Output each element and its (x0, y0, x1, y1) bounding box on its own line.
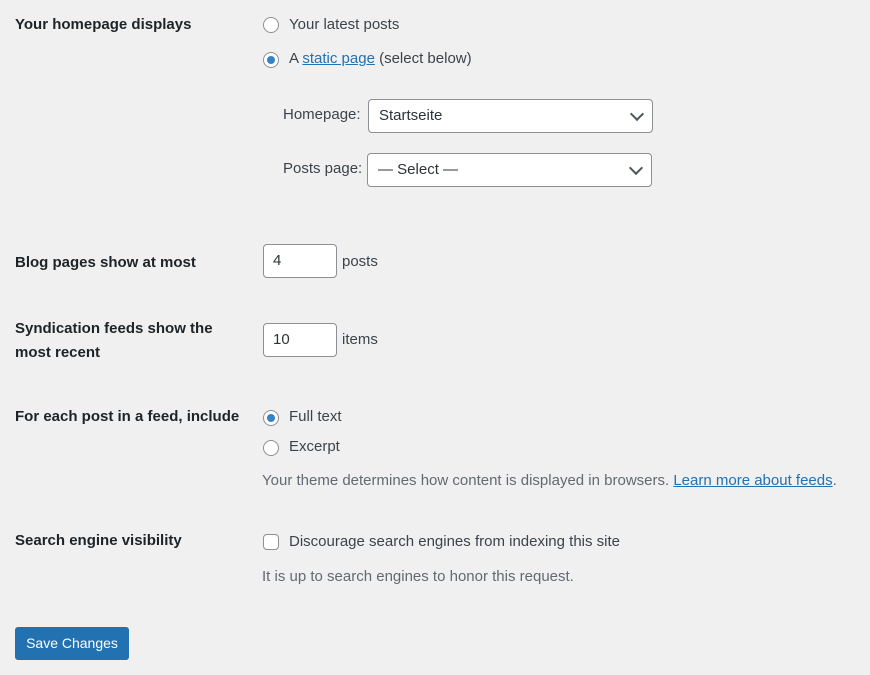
latest-posts-label: Your latest posts (289, 16, 400, 33)
excerpt-label: Excerpt (289, 438, 340, 455)
search-visibility-description: It is up to search engines to honor this… (262, 568, 574, 585)
static-page-prefix: A (289, 50, 303, 67)
excerpt-radio[interactable] (263, 440, 279, 456)
blog-pages-label: Blog pages show at most (15, 254, 196, 271)
chevron-down-icon (628, 160, 644, 176)
full-text-label: Full text (289, 408, 342, 425)
posts-page-select-label: Posts page: (283, 160, 363, 177)
feed-description-suffix: . (832, 472, 837, 489)
posts-page-select-value: — Select — (378, 161, 459, 178)
learn-more-feeds-link[interactable]: Learn more about feeds (673, 472, 832, 489)
posts-unit: posts (342, 253, 378, 270)
discourage-search-label: Discourage search engines from indexing … (289, 533, 621, 550)
feed-description: Your theme determines how content is dis… (262, 471, 837, 491)
static-page-label: A static page (select below) (289, 49, 472, 69)
homepage-select-label: Homepage: (283, 106, 361, 123)
homepage-select[interactable]: Startseite (368, 99, 653, 133)
chevron-down-icon (629, 106, 645, 122)
homepage-displays-label: Your homepage displays (15, 16, 192, 33)
save-changes-button[interactable]: Save Changes (15, 627, 129, 660)
feed-include-label: For each post in a feed, include (15, 408, 240, 425)
static-page-link[interactable]: static page (302, 50, 375, 67)
discourage-search-checkbox[interactable] (263, 534, 279, 550)
homepage-select-value: Startseite (379, 107, 443, 124)
posts-page-select[interactable]: — Select — (367, 153, 652, 187)
latest-posts-radio[interactable] (263, 17, 279, 33)
items-unit: items (342, 331, 378, 348)
posts-per-page-input[interactable]: 4 (263, 244, 337, 278)
full-text-radio[interactable] (263, 410, 279, 426)
feed-description-text: Your theme determines how content is dis… (262, 472, 674, 489)
static-page-suffix: (select below) (374, 50, 472, 67)
search-visibility-label: Search engine visibility (15, 532, 182, 549)
feed-items-input[interactable]: 10 (263, 323, 337, 357)
syndication-label: Syndication feeds show the most recent (15, 320, 213, 361)
static-page-radio[interactable] (263, 52, 279, 68)
